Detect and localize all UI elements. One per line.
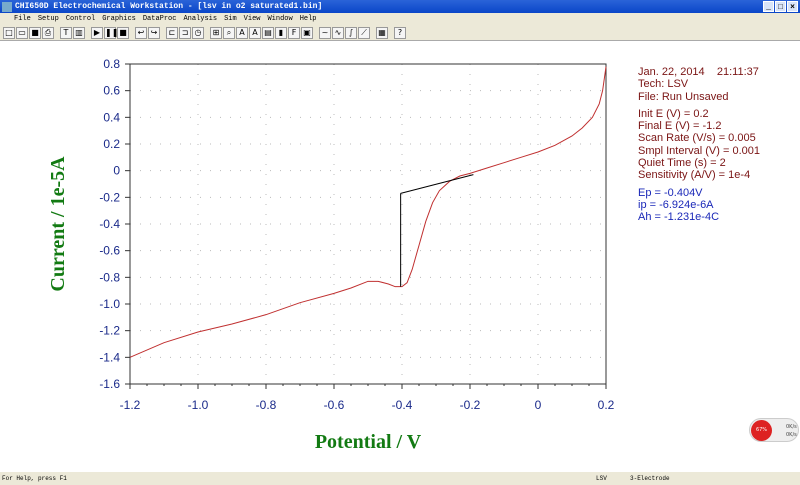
x-tick-label: -1.0	[188, 398, 209, 412]
help-icon[interactable]: ?	[394, 26, 406, 39]
param: Quiet Time (s) = 2	[638, 157, 726, 170]
upload-speed: 0K/s	[786, 424, 797, 430]
param: Smpl Interval (V) = 0.001	[638, 144, 760, 157]
plot-frame	[129, 63, 607, 385]
reverse-icon[interactable]: ↩	[135, 26, 147, 39]
param: Scan Rate (V/s) = 0.005	[638, 132, 756, 145]
menu-dataproc[interactable]: DataProc	[143, 15, 177, 23]
menu-setup[interactable]: Setup	[38, 15, 59, 23]
x-tick-label: 0	[535, 398, 542, 412]
maximize-button[interactable]: □	[775, 1, 786, 12]
menu-graphics[interactable]: Graphics	[102, 15, 136, 23]
y-tick-label: 0.8	[103, 57, 120, 71]
table-icon[interactable]: ▦	[376, 26, 388, 39]
new-icon[interactable]: □	[3, 26, 15, 39]
date-time: Jan. 22, 2014 21:11:37	[638, 66, 759, 78]
y-tick-label: -0.2	[99, 190, 120, 204]
peak-baseline	[400, 174, 474, 194]
series-line	[129, 66, 607, 358]
status-mode: LSV	[596, 475, 607, 482]
tech: Tech: LSV	[638, 78, 689, 91]
menu-control[interactable]: Control	[66, 15, 95, 23]
x-tick-label: -0.8	[256, 398, 277, 412]
chart-icon[interactable]: ▤	[262, 26, 274, 39]
run-icon[interactable]: ▶	[91, 26, 103, 39]
app-icon	[2, 1, 12, 12]
save-icon[interactable]: ■	[29, 26, 41, 39]
print-icon[interactable]: ⎙	[42, 26, 54, 39]
x-axis-label: Potential / V	[315, 431, 422, 453]
smooth-icon[interactable]: ~	[319, 26, 331, 39]
x-tick-label: -0.2	[460, 398, 481, 412]
status-help: For Help, press F1	[2, 475, 67, 482]
peak1-icon[interactable]: A	[236, 26, 248, 39]
menu-window[interactable]: Window	[267, 15, 292, 23]
window-title: CHI650D Electrochemical Workstation - [l…	[15, 2, 323, 11]
toolbar: □ ▭ ■ ⎙ T ▥ ▶ ❚❚ ■ ↩ ↪ ⊏ ⊐ ◷ ⊞ ⌕ A A ▤ ▮ F ▣ ~ ∿ ∫ ⟋ ▦?	[0, 25, 800, 41]
y-tick-label: 0.2	[103, 137, 120, 151]
y-tick-label: -0.4	[99, 217, 120, 231]
y-tick-label: 0	[113, 164, 120, 178]
x-tick-label: -0.4	[392, 398, 413, 412]
font-icon[interactable]: F	[288, 26, 300, 39]
y-tick-label: -0.6	[99, 244, 120, 258]
result: Ep = -0.404V	[638, 186, 703, 199]
network-speed-widget[interactable]: 67% 0K/s 0K/s	[749, 418, 799, 442]
close-button[interactable]: ×	[787, 1, 798, 12]
cpu-percent: 67%	[751, 420, 772, 441]
x-tick-label: -0.6	[324, 398, 345, 412]
y-tick-label: -1.2	[99, 324, 120, 338]
menu-bar: File Setup Control Graphics DataProc Analysis…	[0, 13, 800, 25]
macro1-icon[interactable]: ⊏	[166, 26, 178, 39]
title-bar: CHI650D Electrochemical Workstation - [l…	[0, 0, 800, 13]
status-electrode: 3-Electrode	[630, 475, 670, 482]
result: Ah = -1.231e-4C	[638, 211, 720, 224]
text-icon[interactable]: T	[60, 26, 72, 39]
param: Final E (V) = -1.2	[638, 120, 722, 133]
graph-icon[interactable]: ⊞	[210, 26, 222, 39]
y-tick-label: -1.0	[99, 297, 120, 311]
y-tick-label: 0.6	[103, 84, 120, 98]
macro2-icon[interactable]: ⊐	[179, 26, 191, 39]
status-bar: For Help, press F1 LSV 3-Electrode	[0, 472, 800, 485]
x-tick-label: -1.2	[120, 398, 141, 412]
integrate-icon[interactable]: ∫	[345, 26, 357, 39]
download-speed: 0K/s	[786, 432, 797, 438]
menu-view[interactable]: View	[244, 15, 261, 23]
menu-file[interactable]: File	[14, 15, 31, 23]
overlay-icon[interactable]: ⟋	[358, 26, 370, 39]
template-icon[interactable]: ▥	[73, 26, 85, 39]
stop-icon[interactable]: ■	[117, 26, 129, 39]
pause-icon[interactable]: ❚❚	[104, 26, 118, 39]
minimize-button[interactable]: _	[763, 1, 774, 12]
param: Init E (V) = 0.2	[638, 107, 709, 120]
y-tick-label: -1.4	[99, 350, 120, 364]
y-tick-label: 0.4	[103, 110, 120, 124]
y-axis-label: Current / 1e-5A	[47, 156, 69, 292]
menu-analysis[interactable]: Analysis	[183, 15, 217, 23]
y-tick-label: -0.8	[99, 270, 120, 284]
undo-icon[interactable]: ↪	[148, 26, 160, 39]
zoom-icon[interactable]: ⌕	[223, 26, 235, 39]
param: Sensitivity (A/V) = 1e-4	[638, 169, 751, 182]
menu-help[interactable]: Help	[300, 15, 317, 23]
derivative-icon[interactable]: ∿	[332, 26, 344, 39]
timer-icon[interactable]: ◷	[192, 26, 204, 39]
peak2-icon[interactable]: A	[249, 26, 261, 39]
menu-sim[interactable]: Sim	[224, 15, 237, 23]
color-icon[interactable]: ▮	[275, 26, 287, 39]
open-icon[interactable]: ▭	[16, 26, 28, 39]
copy-icon[interactable]: ▣	[301, 26, 313, 39]
file: File: Run Unsaved	[638, 90, 729, 103]
y-tick-label: -1.6	[99, 377, 120, 391]
info-panel: Jan. 22, 2014 21:11:37 Tech: LSV File: R…	[638, 66, 760, 224]
x-tick-label: 0.2	[598, 398, 615, 412]
result: ip = -6.924e-6A	[638, 198, 714, 211]
